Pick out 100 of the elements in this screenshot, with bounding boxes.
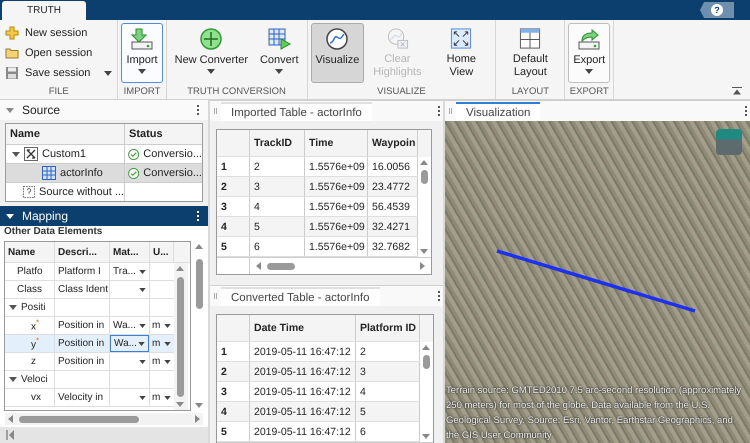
row-number: 1	[217, 157, 250, 176]
source-row[interactable]: Source without ...	[6, 182, 202, 201]
status-text: Conversio...	[143, 148, 202, 160]
document-tab[interactable]: Visualization	[456, 102, 540, 121]
matched-dropdown[interactable]: Tra...	[110, 263, 149, 280]
grid-play-icon	[267, 27, 292, 51]
mapping-row[interactable]: vx Velocity in m	[5, 389, 174, 407]
field-name: vx	[31, 392, 41, 403]
horizontal-scrollbar[interactable]	[253, 260, 428, 272]
map-attribution: Terrain source: GMTED2010 7.5 arc-second resolution (approximately 250 meters) for most of the globe. Data available from the U.S. Geological Survey. Source: Esri, Vantor, Earthstar Geographics, and the GIS User Community	[445, 384, 742, 443]
document-tab[interactable]: Converted Table - actorInfo	[221, 287, 380, 306]
mapping-row[interactable]: Platfo Platform I Tra...	[5, 263, 174, 281]
column-header[interactable]: U...	[150, 242, 174, 262]
more-options-icon[interactable]	[194, 103, 202, 117]
horizontal-scrollbar[interactable]	[5, 413, 203, 425]
expand-view-icon	[449, 27, 474, 50]
ribbon-button[interactable]: Open session	[3, 43, 114, 63]
matched-dropdown[interactable]: Wa...	[110, 335, 149, 352]
field-description: Velocity in	[58, 392, 104, 403]
units-dropdown[interactable]: m	[150, 317, 174, 334]
caret-icon	[138, 342, 145, 346]
group-caption: LAYOUT	[510, 85, 550, 99]
table-cell: 2019-05-11 16:47:12	[250, 342, 356, 361]
tools-icon	[24, 147, 38, 161]
column-header[interactable]: TrackID	[250, 130, 305, 156]
mapping-row[interactable]: Class Class Ident	[5, 281, 174, 299]
ribbon-button[interactable]: Export	[568, 23, 610, 83]
caret-icon	[164, 324, 171, 328]
collapse-ribbon-icon[interactable]	[732, 87, 742, 95]
table-cell: 1.5576e+09	[305, 157, 368, 176]
more-options-icon[interactable]	[742, 104, 750, 118]
collapse-caret-icon[interactable]	[6, 214, 14, 218]
ribbon-button[interactable]: Save session	[3, 63, 114, 83]
table-cell: 2019-05-11 16:47:12	[250, 362, 356, 381]
collapse-panel-icon[interactable]	[6, 430, 14, 440]
matched-dropdown[interactable]: Wa...	[110, 317, 149, 334]
document-tab[interactable]: Imported Table - actorInfo	[221, 102, 372, 121]
ribbon-button[interactable]: Visualize	[310, 23, 364, 83]
ribbon-button[interactable]: New Converter	[170, 23, 253, 83]
vertical-scrollbar[interactable]	[420, 342, 433, 442]
column-header[interactable]: Name	[6, 124, 125, 144]
ribbon-button[interactable]: Default Layout	[499, 23, 562, 83]
table-cell: 1.5576e+09	[305, 177, 368, 196]
row-number: 1	[217, 342, 250, 361]
ribbon-button[interactable]: Convert	[254, 23, 304, 83]
group-caption: VISUALIZE	[376, 85, 427, 99]
column-header[interactable]: Platform ID	[356, 315, 420, 341]
field-description: Platform I	[58, 266, 101, 277]
ribbon-button[interactable]: Import	[121, 23, 163, 83]
ribbon-button[interactable]: Home View	[430, 23, 492, 83]
units-dropdown[interactable]: m	[150, 335, 174, 352]
field-description: Position in	[58, 356, 104, 367]
field-name: Positi	[21, 302, 46, 313]
table-cell: 1.5576e+09	[305, 217, 368, 236]
more-options-icon[interactable]	[435, 289, 443, 303]
vertical-scrollbar[interactable]	[418, 157, 431, 257]
status-text: Conversio...	[143, 167, 202, 179]
column-header[interactable]: Descri...	[55, 242, 110, 262]
table-cell: 4	[250, 197, 305, 216]
expand-caret-icon[interactable]	[9, 305, 17, 310]
more-options-icon[interactable]	[435, 104, 443, 118]
column-header[interactable]: Time	[305, 130, 368, 156]
help-button[interactable]: ?	[700, 2, 734, 18]
column-header[interactable]: Waypoin	[368, 130, 418, 156]
caret-icon	[139, 360, 146, 364]
caret-icon	[139, 270, 146, 274]
add-icon	[199, 27, 224, 51]
column-header[interactable]: Mat...	[110, 242, 150, 262]
source-row[interactable]: actorInfo Conversio...	[6, 163, 202, 182]
table-cell: 2019-05-11 16:47:12	[250, 382, 356, 401]
units-dropdown[interactable]: m	[150, 353, 174, 370]
source-name: Custom1	[42, 148, 86, 160]
column-header[interactable]: Date Time	[250, 315, 356, 341]
vertical-scrollbar[interactable]	[174, 263, 188, 410]
vertical-scrollbar[interactable]	[193, 241, 205, 411]
field-description: Position in	[58, 338, 104, 349]
ribbon-button[interactable]: New session	[3, 23, 114, 43]
expand-caret-icon[interactable]	[9, 377, 17, 382]
table-cell: 6	[250, 237, 305, 256]
expand-caret-icon[interactable]	[12, 152, 20, 156]
field-description: Position in	[58, 320, 104, 331]
group-caption: IMPORT	[122, 85, 162, 99]
field-name: y$^{*}$	[31, 336, 40, 351]
mapping-row[interactable]: z Position in m	[5, 353, 174, 371]
column-header[interactable]: Name	[5, 242, 55, 262]
source-name: Source without ...	[39, 186, 124, 198]
plus-icon	[5, 26, 19, 40]
row-number: 3	[217, 382, 250, 401]
units-dropdown[interactable]: m	[150, 389, 174, 406]
mapping-row[interactable]: Positi	[5, 299, 174, 317]
more-options-icon[interactable]	[194, 209, 202, 223]
app-tab[interactable]: TRUTH	[2, 1, 86, 20]
field-description: Class Ident	[58, 284, 108, 295]
mapping-row[interactable]: y$^{*}$ Position in Wa... m	[5, 335, 174, 353]
basemap-thumbnail-icon[interactable]	[716, 129, 742, 155]
column-header[interactable]: Status	[125, 124, 202, 144]
mapping-row[interactable]: Veloci	[5, 371, 174, 389]
caret-icon	[139, 396, 146, 400]
caret-icon	[164, 342, 171, 346]
field-name: Class	[17, 284, 42, 295]
